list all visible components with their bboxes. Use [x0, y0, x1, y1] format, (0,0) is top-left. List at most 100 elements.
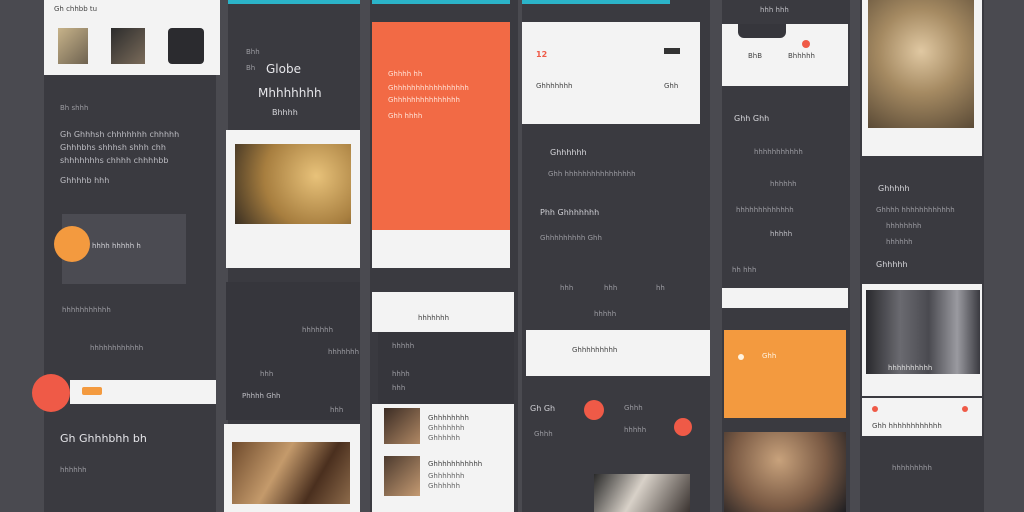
section-line: hhhhhhhhhhhhh: [736, 206, 794, 214]
bottom-label: Ghhh: [624, 404, 643, 412]
section-line: Ghhhh hhhhhhhhhhhh: [876, 206, 955, 214]
action-row[interactable]: Ghh hhhhhhhhhhhh: [862, 398, 982, 436]
progress-bar-card[interactable]: [70, 380, 216, 404]
photo-caption: hhhhhhhhhh: [888, 364, 933, 372]
thumbnail-image-2[interactable]: [111, 28, 145, 64]
toggle-dot-2[interactable]: [674, 418, 692, 436]
white-header: hhhhhhh: [418, 314, 450, 322]
portrait-image: [868, 0, 974, 128]
section-line: hhhhhh: [770, 180, 797, 188]
orange-line: Ghhhhhhhhhhhhhhh: [388, 96, 460, 104]
profile-label: BhB: [748, 52, 763, 60]
stat: hh: [656, 284, 665, 292]
toggle-dot[interactable]: [584, 400, 604, 420]
media-label: hhhh hhhhh h: [92, 242, 141, 250]
headline-2: Mhhhhhhh: [258, 86, 322, 100]
progress-fill: [82, 387, 102, 395]
gallery-image: [232, 442, 350, 504]
profile-label: Bhhhhh: [788, 52, 815, 60]
info-label: hhh: [260, 370, 274, 378]
top-tab-label: hhh hhh: [760, 6, 789, 14]
orange-card[interactable]: Ghhhh hh Ghhhhhhhhhhhhhhhhh Ghhhhhhhhhhh…: [372, 22, 510, 230]
stat: hhh: [604, 284, 618, 292]
thumbnail-card: Gh chhbb tu: [44, 0, 220, 75]
action-label: Ghh hhhhhhhhhhhh: [872, 422, 942, 430]
profile-indicator: [802, 40, 810, 48]
gallery-card[interactable]: [224, 424, 360, 512]
notification-tag: [664, 48, 680, 54]
section-line: Ghhhhhhhhh Ghh: [540, 234, 602, 242]
notification-line: Ghhhhhhh: [536, 82, 573, 90]
white-strip: [722, 288, 848, 308]
orange-card-footer: [372, 230, 510, 268]
sub-title: Ghhhhh: [876, 260, 908, 269]
paragraph-line: Ghhhbhs shhhsh shhh chh: [60, 143, 166, 152]
section-line: Phh Ghhhhhhh: [540, 208, 600, 217]
section-line: hhhhh: [770, 230, 793, 238]
thumbnail-image-1[interactable]: [58, 28, 88, 64]
bottom-subtitle: hhhhhh: [60, 466, 87, 474]
info-panel: hhhhhhh hhhhhhh hhh Phhhh Ghh hhh: [226, 282, 360, 420]
section-line: hhhhhh: [886, 238, 913, 246]
bottom-label: Gh Gh: [530, 404, 556, 413]
section-line: Ghh hhhhhhhhhhhhhhhh: [548, 170, 636, 178]
list-title[interactable]: Ghhhhhhhhhhh: [428, 460, 482, 469]
sub-panel: hhhhh hhhh hhh: [378, 332, 514, 404]
amber-card[interactable]: Ghh: [724, 330, 846, 418]
list-sub: Ghhhhhhh: [428, 424, 465, 432]
list-sub: Ghhhhhh: [428, 434, 461, 442]
panel-row: hhh: [392, 384, 406, 392]
list-line-b: hhhhhhhhhhhh: [90, 344, 144, 352]
list-card: Ghhhhhhhh Ghhhhhhh Ghhhhhh Ghhhhhhhhhhh …: [372, 404, 514, 512]
record-button[interactable]: [32, 374, 70, 412]
photo-card[interactable]: [226, 130, 360, 268]
list-title[interactable]: Ghhhhhhhh: [428, 414, 469, 423]
white-bar-label: Ghhhhhhhhh: [572, 346, 618, 354]
thumbnail-image-3[interactable]: [168, 28, 204, 64]
section-line: hhhhhhhh: [886, 222, 922, 230]
list-avatar[interactable]: [384, 408, 420, 444]
teal-strip: [228, 0, 360, 4]
panel-row: hhhhh: [392, 342, 415, 350]
paragraph-line: shhhhhhhs chhhh chhhhbb: [60, 156, 169, 165]
photo-image: [235, 144, 351, 224]
portrait-card[interactable]: [862, 0, 982, 156]
bottom-photo[interactable]: [594, 474, 690, 512]
list-line-a: hhhhhhhhhhh: [62, 306, 111, 314]
teal-strip: [372, 0, 510, 4]
info-label: hhh: [330, 406, 344, 414]
list-avatar[interactable]: [384, 456, 420, 496]
section-title: Ghhhhh: [878, 184, 910, 193]
headline-3: Bhhhh: [272, 108, 298, 117]
bottom-label: hhhhh: [624, 426, 647, 434]
play-button[interactable]: [54, 226, 90, 262]
card-caption: Gh chhbb tu: [54, 5, 98, 13]
section-title: Ghhhhhh: [550, 148, 587, 157]
notification-badge: 12: [536, 50, 548, 59]
portrait-photo[interactable]: [724, 432, 846, 512]
list-sub: Ghhhhhhh: [428, 472, 465, 480]
orange-line: Ghhhhhhhhhhhhhhhhh: [388, 84, 469, 92]
profile-card[interactable]: BhB Bhhhhh: [722, 24, 848, 86]
city-photo-card[interactable]: hhhhhhhhhh: [862, 284, 982, 396]
orange-line: Ghhhh hh: [388, 70, 423, 78]
small-label: hh hhh: [732, 266, 757, 274]
action-dot: [962, 406, 968, 412]
stat: hhh: [560, 284, 574, 292]
column-title-small: Bh shhh: [60, 104, 89, 112]
bottom-label: hhhhhhhhh: [892, 464, 932, 472]
white-header-card: hhhhhhh: [372, 292, 514, 332]
info-label: Phhhh Ghh: [242, 392, 281, 400]
headline: Globe: [266, 62, 301, 76]
panel-row: hhhh: [392, 370, 410, 378]
white-bar[interactable]: Ghhhhhhhhh: [526, 330, 710, 376]
list-sub: Ghhhhhh: [428, 482, 461, 490]
section-title: Ghh Ghh: [734, 114, 770, 123]
city-photo: [866, 290, 980, 374]
notification-card[interactable]: 12 Ghhhhhhh Ghh: [522, 22, 700, 124]
info-label: hhhhhhh: [328, 348, 360, 356]
amber-indicator: [738, 354, 744, 360]
teal-strip: [522, 0, 670, 4]
label-small-2: Bh: [246, 64, 256, 72]
bottom-title: Gh Ghhhbhh bh: [60, 432, 147, 445]
